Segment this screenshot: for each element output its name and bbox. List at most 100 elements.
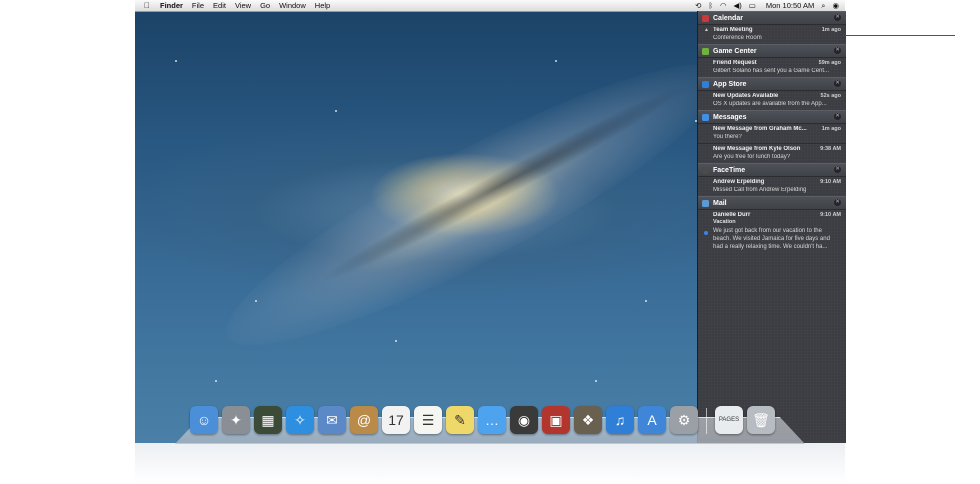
messages-icon[interactable]: … xyxy=(478,406,506,434)
dock-glyph: PAGES xyxy=(718,417,740,423)
nc-group-title: App Store xyxy=(713,80,747,88)
nc-group-mail[interactable]: Mail ✕ xyxy=(698,196,846,210)
menu-help[interactable]: Help xyxy=(315,1,330,10)
bluetooth-icon[interactable]: ᛒ xyxy=(708,1,713,10)
menu-go[interactable]: Go xyxy=(260,1,270,10)
pages-document-icon[interactable]: PAGES xyxy=(715,406,743,434)
contacts-icon[interactable]: @ xyxy=(350,406,378,434)
dock-glyph: ♫ xyxy=(614,412,626,428)
notification-center-icon[interactable]: ◉ xyxy=(832,1,839,10)
apple-icon[interactable]:  xyxy=(144,1,150,10)
dock-glyph: ⚙ xyxy=(677,411,691,428)
spotlight-icon[interactable]: ⌕ xyxy=(821,1,825,11)
nc-group-title: FaceTime xyxy=(713,166,746,174)
nc-group-app-store[interactable]: App Store ✕ xyxy=(698,77,846,91)
dock-glyph: A xyxy=(647,412,657,428)
calendar-icon[interactable]: 17 xyxy=(382,406,410,434)
reminders-icon[interactable]: ☰ xyxy=(414,406,442,434)
launchpad-icon[interactable]: ✦ xyxy=(222,406,250,434)
menu-clock[interactable]: Mon 10:50 AM xyxy=(766,1,814,10)
notification-item[interactable]: ▲ Team Meeting 1m ago Conference Room xyxy=(698,25,846,44)
nc-group-title: Game Center xyxy=(713,47,757,55)
callout-line xyxy=(845,35,955,36)
mission-control-icon[interactable]: ▦ xyxy=(254,406,282,434)
close-icon[interactable]: ✕ xyxy=(834,80,841,87)
app-store-icon xyxy=(702,80,709,88)
desktop-reflection xyxy=(135,443,845,484)
notification-item[interactable]: New Updates Available 52s ago OS X updates… xyxy=(698,91,846,110)
finder-icon[interactable]: ☺ xyxy=(190,406,218,434)
menu-file[interactable]: File xyxy=(192,1,204,10)
notification-time: 9:10 AM xyxy=(820,179,841,185)
battery-icon[interactable]: ▭ xyxy=(749,1,756,10)
dock-glyph: ☰ xyxy=(421,411,435,428)
notification-body: Conference Room xyxy=(713,35,762,41)
nc-group-title: Messages xyxy=(713,113,747,121)
volume-icon[interactable]: ◀) xyxy=(734,1,742,10)
dock-glyph: ❖ xyxy=(581,411,595,428)
notification-subtitle: Vacation xyxy=(713,219,736,225)
iphoto-icon[interactable]: ❖ xyxy=(574,406,602,434)
menu-finder[interactable]: Finder xyxy=(160,1,183,10)
system-preferences-icon[interactable]: ⚙ xyxy=(670,406,698,434)
facetime-icon[interactable]: ◉ xyxy=(510,406,538,434)
messages-icon xyxy=(702,113,709,121)
dock-glyph: ▣ xyxy=(549,411,563,428)
close-icon[interactable]: ✕ xyxy=(834,199,841,206)
mail-icon[interactable]: ✉ xyxy=(318,406,346,434)
nc-group-facetime[interactable]: FaceTime ✕ xyxy=(698,163,846,177)
itunes-icon[interactable]: ♫ xyxy=(606,406,634,434)
dock-glyph: 17 xyxy=(388,412,404,428)
game-center-icon xyxy=(702,47,709,55)
close-icon[interactable]: ✕ xyxy=(834,14,841,21)
dock-glyph: 🗑 xyxy=(752,411,770,428)
facetime-icon xyxy=(702,166,709,174)
notification-time: 59m ago xyxy=(818,60,841,66)
notification-item[interactable]: New Message from Kyle Olson 9:38 AM Are yo… xyxy=(698,143,846,163)
nc-group-title: Mail xyxy=(713,199,727,207)
dock-glyph: ✦ xyxy=(230,411,242,428)
wifi-icon[interactable]: ◠ xyxy=(720,1,727,10)
nc-group-calendar[interactable]: Calendar ✕ xyxy=(698,11,846,25)
dock-glyph: ☺ xyxy=(196,412,212,428)
dock-glyph: ✎ xyxy=(454,411,466,428)
notification-time: 52s ago xyxy=(820,93,841,99)
dock-glyph: ▦ xyxy=(261,411,275,428)
menu-view[interactable]: View xyxy=(235,1,251,10)
notification-item[interactable]: Friend Request 59m ago Gilbert Solano has … xyxy=(698,58,846,77)
app-store-icon[interactable]: A xyxy=(638,406,666,434)
time-machine-icon[interactable]: ⟲ xyxy=(695,1,701,10)
notification-item[interactable]: New Message from Graham Mc... 1m ago You t… xyxy=(698,124,846,143)
notification-body: Gilbert Solano has sent you a Game Cent.… xyxy=(713,68,830,74)
safari-icon[interactable]: ✧ xyxy=(286,406,314,434)
close-icon[interactable]: ✕ xyxy=(834,166,841,173)
nc-group-messages[interactable]: Messages ✕ xyxy=(698,110,846,124)
dock-glyph: … xyxy=(485,412,499,428)
menu-edit[interactable]: Edit xyxy=(213,1,226,10)
mail-icon xyxy=(702,199,709,207)
photo-booth-icon[interactable]: ▣ xyxy=(542,406,570,434)
notification-body: You there? xyxy=(713,134,742,140)
notification-time: 9:38 AM xyxy=(820,146,841,152)
notification-time: 1m ago xyxy=(821,27,841,33)
notification-body: OS X updates are available from the App.… xyxy=(713,101,827,107)
dock-glyph: @ xyxy=(356,412,372,428)
notification-body: We just got back from our vacation to th… xyxy=(713,228,830,250)
close-icon[interactable]: ✕ xyxy=(834,113,841,120)
notes-icon[interactable]: ✎ xyxy=(446,406,474,434)
trash-icon[interactable]: 🗑 xyxy=(747,406,775,434)
notification-item[interactable]: Danielle Durr 9:10 AM Vacation We just got … xyxy=(698,210,846,254)
alert-icon: ▲ xyxy=(704,27,709,33)
nc-group-game-center[interactable]: Game Center ✕ xyxy=(698,44,846,58)
notification-body: Missed Call from Andrew Erpelding xyxy=(713,187,807,193)
menu-window[interactable]: Window xyxy=(279,1,306,10)
dock-glyph: ✧ xyxy=(294,411,306,428)
dock-glyph: ✉ xyxy=(326,411,338,428)
dock-separator xyxy=(706,408,707,434)
dock: ☺ ✦ ▦ ✧ ✉ @17 ☰ ✎ … ◉ ▣ ❖ ♫ A ⚙ PAGES 🗑 xyxy=(190,402,775,434)
notification-item[interactable]: Andrew Erpelding 9:10 AM Missed Call from … xyxy=(698,177,846,196)
close-icon[interactable]: ✕ xyxy=(834,47,841,54)
wallpaper-dust-lane xyxy=(313,72,697,294)
notification-time: 1m ago xyxy=(821,126,841,132)
dock-glyph: ◉ xyxy=(517,411,531,428)
